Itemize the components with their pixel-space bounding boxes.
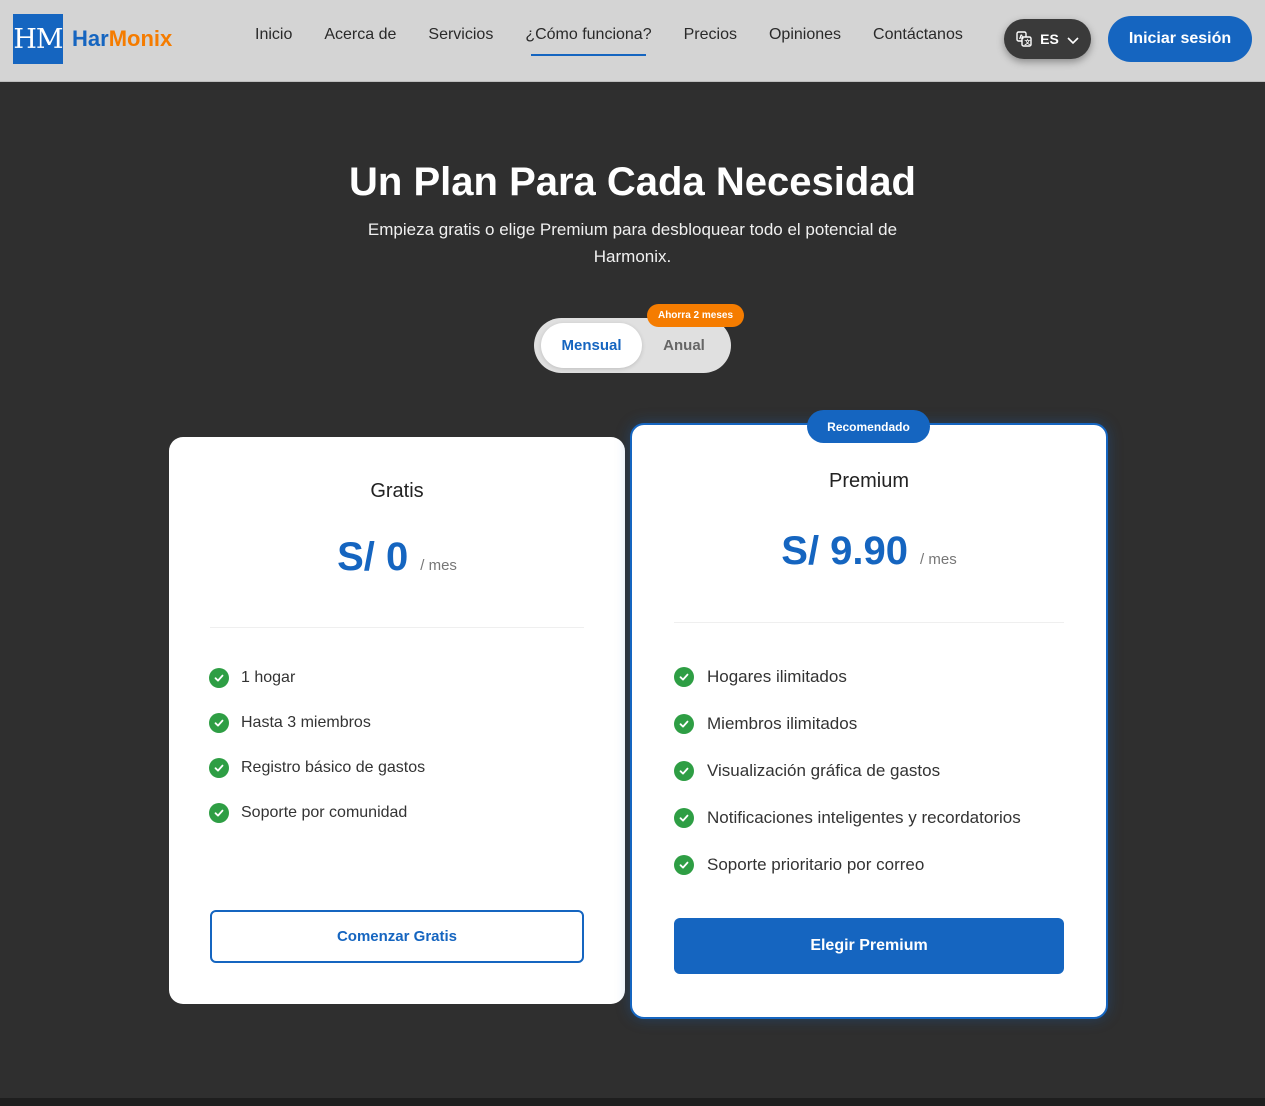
check-icon [674,807,694,828]
feature-label: Soporte prioritario por correo [707,854,925,874]
feature-label: Hasta 3 miembros [241,713,371,731]
plan-price: S/ 0 [337,535,409,579]
feature-item: 1 hogar [209,655,425,700]
feature-label: Miembros ilimitados [707,713,858,733]
language-code: ES [1040,31,1059,47]
plan-card-premium: Premium S/ 9.90 / mes Hogares ilimitados… [630,423,1108,1019]
check-icon [674,854,694,875]
nav-item-opiniones[interactable]: Opiniones [769,26,841,44]
savings-badge: Ahorra 2 meses [647,304,744,327]
price-row: S/ 0 / mes [169,535,625,580]
nav-item-servicios[interactable]: Servicios [428,26,493,44]
billing-option-annual[interactable]: Anual [644,323,724,368]
feature-label: 1 hogar [241,668,296,686]
feature-list: 1 hogar Hasta 3 miembros Registro básico… [209,655,425,835]
logo-wordmark-part2: Monix [108,26,173,51]
translate-icon: A 文 [1016,31,1032,47]
page-subtitle: Empieza gratis o elige Premium para desb… [367,220,898,266]
check-icon [674,666,694,687]
feature-item: Notificaciones inteligentes y recordator… [674,794,1021,841]
logo-mark: HM [13,14,64,64]
check-icon [209,667,229,688]
feature-label: Hogares ilimitados [707,666,847,686]
logo[interactable]: HM HarMonix [13,14,172,64]
svg-text:A: A [1019,34,1024,41]
plan-name: Premium [828,470,909,492]
language-selector[interactable]: A 文 ES [1004,19,1091,59]
price-row: S/ 9.90 / mes [632,529,1106,574]
check-icon [209,802,229,823]
nav-item-inicio[interactable]: Inicio [255,26,292,44]
feature-list: Hogares ilimitados Miembros ilimitados V… [674,653,1021,888]
check-icon [209,757,229,778]
nav-item-contactanos[interactable]: Contáctanos [873,26,963,44]
plan-name: Gratis [370,480,424,502]
logo-wordmark-part1: Har [72,26,109,51]
section-divider [0,1098,1265,1106]
page-title: Un Plan Para Cada Necesidad [349,160,916,204]
choose-premium-button[interactable]: Elegir Premium [674,918,1064,974]
logo-wordmark: HarMonix [72,26,172,52]
check-icon [209,712,229,733]
feature-item: Soporte por comunidad [209,790,425,835]
feature-item: Visualización gráfica de gastos [674,747,1021,794]
nav-item-acerca-de[interactable]: Acerca de [324,26,396,44]
feature-item: Hogares ilimitados [674,653,1021,700]
feature-item: Registro básico de gastos [209,745,425,790]
feature-label: Notificaciones inteligentes y recordator… [707,807,1021,827]
svg-text:文: 文 [1024,39,1032,47]
login-button[interactable]: Iniciar sesión [1108,16,1252,62]
plan-card-free: Gratis S/ 0 / mes 1 hogar Hasta 3 miembr… [169,437,625,1004]
chevron-down-icon [1067,33,1079,45]
site-header: HM HarMonix Inicio Acerca de Servicios ¿… [0,0,1265,82]
feature-label: Registro básico de gastos [241,758,426,776]
start-free-button[interactable]: Comenzar Gratis [210,910,584,963]
check-icon [674,713,694,734]
nav-item-como-funciona[interactable]: ¿Cómo funciona? [525,26,652,56]
main-nav: Inicio Acerca de Servicios ¿Cómo funcion… [255,26,995,56]
check-icon [674,760,694,781]
plan-price: S/ 9.90 [781,529,909,573]
billing-option-monthly[interactable]: Mensual [541,323,642,368]
price-period: / mes [420,557,457,574]
feature-item: Hasta 3 miembros [209,700,425,745]
feature-item: Soporte prioritario por correo [674,841,1021,888]
divider [210,627,584,628]
nav-item-precios[interactable]: Precios [684,26,737,44]
feature-label: Visualización gráfica de gastos [707,760,941,780]
price-period: / mes [920,551,957,568]
recommended-badge: Recomendado [807,410,930,443]
feature-item: Miembros ilimitados [674,700,1021,747]
feature-label: Soporte por comunidad [241,803,408,821]
divider [674,622,1064,623]
